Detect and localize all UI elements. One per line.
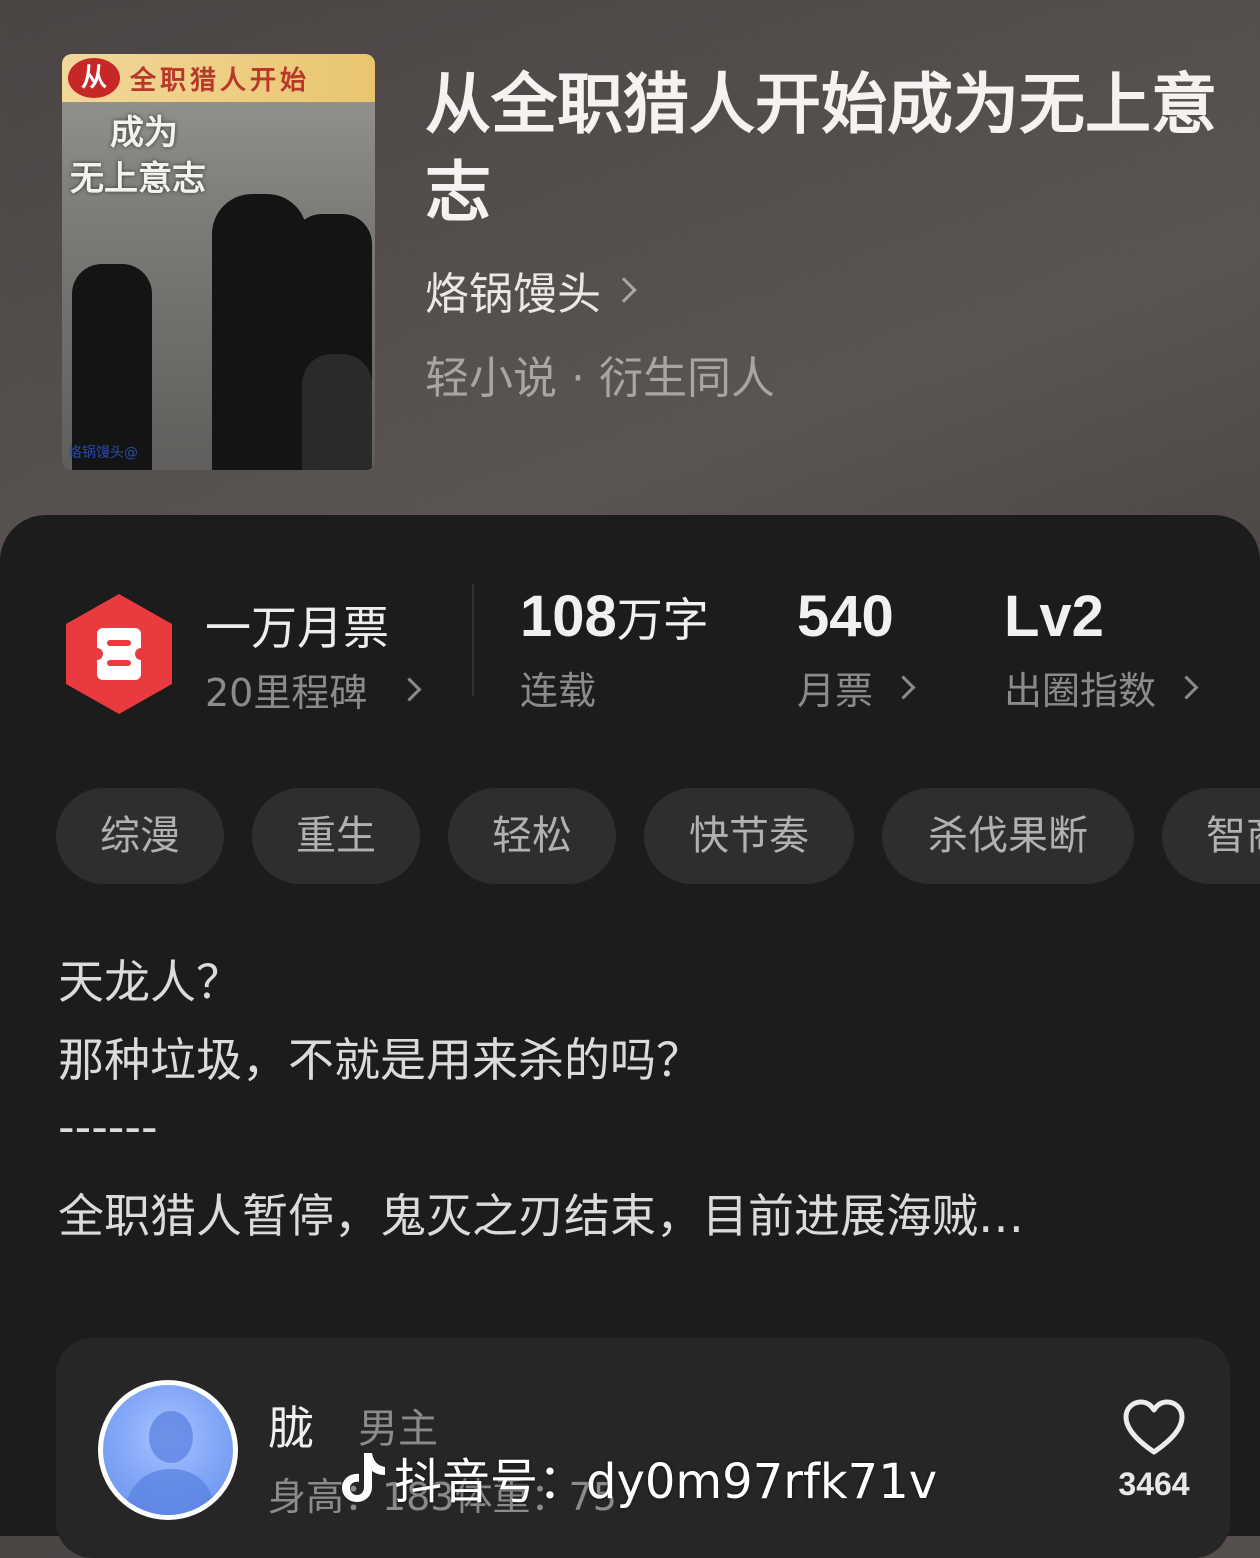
ticket-milestone: 20里程碑	[205, 671, 368, 715]
cover-artist: 烙锅馒头@	[68, 445, 138, 461]
character-avatar[interactable]	[98, 1380, 238, 1520]
author-name: 烙锅馒头	[425, 269, 601, 320]
author-link[interactable]: 烙锅馒头	[425, 258, 637, 322]
tag-chip[interactable]: 杀伐果断	[882, 788, 1134, 884]
stat-words-unit: 万字	[616, 593, 709, 647]
description-line: ------	[58, 1100, 158, 1154]
stat-level-label-text: 出圈指数	[1004, 669, 1157, 713]
douyin-icon	[342, 1453, 385, 1502]
tag-chip[interactable]: 重生	[252, 788, 420, 884]
stat-words: 108万字 连载	[520, 584, 709, 715]
cover-badge: 从	[68, 58, 120, 98]
stat-level-label: 出圈指数	[1004, 660, 1199, 715]
chevron-right-icon	[397, 677, 422, 702]
cover-strip-text: 全职猎人开始	[130, 66, 311, 96]
book-genre: 轻小说 · 衍生同人	[425, 353, 775, 404]
stats-divider	[472, 584, 474, 696]
like-count: 3464	[1118, 1466, 1190, 1502]
cover-figure	[72, 264, 152, 470]
tag-chip[interactable]: 轻松	[448, 788, 616, 884]
tag-list: 综漫 重生 轻松 快节奏 杀伐果断 智商	[56, 788, 1260, 884]
avatar-silhouette	[103, 1385, 233, 1515]
character-name: 胧	[268, 1401, 314, 1455]
description-line: 全职猎人暂停，鬼灭之刃结束，目前进展海贼…	[58, 1189, 1024, 1243]
cover-title-strip: 从 全职猎人开始	[62, 54, 375, 102]
heart-icon[interactable]	[1122, 1398, 1186, 1456]
stat-level-value: Lv2	[1004, 584, 1104, 649]
book-header: 从 全职猎人开始 成为 无上意志 烙锅馒头@ 从全职猎人开始成为无上意志 烙锅馒…	[0, 0, 1260, 520]
tag-chip[interactable]: 综漫	[56, 788, 224, 884]
cover-figure	[302, 354, 372, 470]
stat-words-value: 108万字	[520, 584, 709, 650]
ticket-milestone-link[interactable]: 20里程碑	[205, 662, 422, 717]
stat-words-label-text: 连载	[520, 669, 597, 713]
douyin-watermark: 抖音号：dy0m97rfk71v	[340, 1442, 937, 1512]
description-line: 那种垃圾，不就是用来杀的吗？	[58, 1033, 702, 1087]
stat-monthly-value: 540	[797, 584, 894, 649]
stat-monthly-label: 月票	[797, 660, 916, 715]
chevron-right-icon	[891, 675, 916, 700]
person-icon	[123, 1411, 217, 1515]
cover-sub-line2: 无上意志	[70, 159, 206, 199]
watermark-text: 抖音号：dy0m97rfk71v	[394, 1454, 938, 1510]
cover-sub-line1: 成为	[110, 113, 178, 153]
cover-sub-text: 成为 无上意志	[70, 110, 206, 202]
description-line: 天龙人？	[58, 955, 242, 1009]
book-title: 从全职猎人开始成为无上意志	[425, 65, 1217, 231]
book-cover[interactable]: 从 全职猎人开始 成为 无上意志 烙锅馒头@	[62, 54, 375, 470]
stat-words-label: 连载	[520, 660, 709, 715]
stat-monthly-label-text: 月票	[797, 669, 874, 713]
chevron-right-icon	[1174, 675, 1199, 700]
stat-words-number: 108	[520, 584, 617, 649]
tag-chip[interactable]: 快节奏	[644, 788, 854, 884]
stat-level[interactable]: Lv2 出圈指数	[1004, 584, 1199, 715]
stat-monthly[interactable]: 540 月票	[797, 584, 916, 715]
tag-chip[interactable]: 智商	[1162, 788, 1260, 884]
ticket-title: 一万月票	[205, 601, 389, 655]
ticket-hex-icon[interactable]	[62, 592, 176, 716]
chevron-right-icon	[611, 277, 637, 303]
